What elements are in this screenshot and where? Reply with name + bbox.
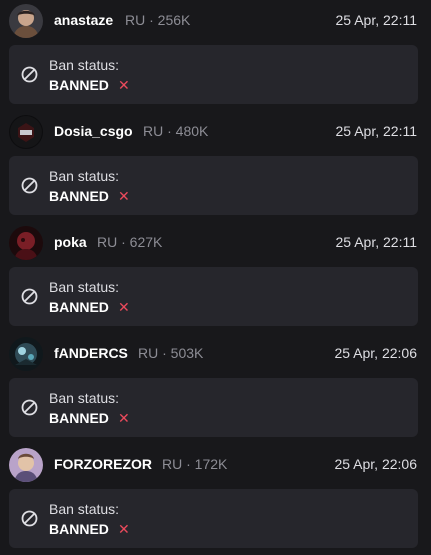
username[interactable]: Dosia_csgo	[54, 123, 133, 139]
avatar-image	[9, 337, 43, 371]
entry-header: FORZOREZOR RU · 172K 25 Apr, 22:06	[0, 444, 431, 486]
ban-icon	[21, 510, 38, 527]
ban-entry: Dosia_csgo RU · 480K 25 Apr, 22:11 Ban s…	[0, 111, 431, 222]
x-mark-icon: ✕	[118, 77, 130, 93]
ban-status-card: Ban status: BANNED ✕	[9, 45, 418, 104]
x-mark-icon: ✕	[118, 299, 130, 315]
ban-entry: FORZOREZOR RU · 172K 25 Apr, 22:06 Ban s…	[0, 444, 431, 555]
region-followers: RU · 480K	[143, 123, 209, 139]
avatar-image	[9, 226, 43, 260]
ban-status-value: BANNED	[49, 77, 109, 93]
avatar[interactable]	[9, 115, 43, 149]
x-mark-icon: ✕	[118, 521, 130, 537]
ban-entry: fANDERCS RU · 503K 25 Apr, 22:06 Ban sta…	[0, 333, 431, 444]
avatar[interactable]	[9, 337, 43, 371]
region-followers: RU · 627K	[97, 234, 163, 250]
username[interactable]: poka	[54, 234, 87, 250]
x-mark-icon: ✕	[118, 188, 130, 204]
region-followers: RU · 503K	[138, 345, 204, 361]
entry-header: poka RU · 627K 25 Apr, 22:11	[0, 222, 431, 264]
ban-status-label: Ban status:	[49, 57, 120, 73]
ban-status-value: BANNED	[49, 188, 109, 204]
ban-status-label: Ban status:	[49, 390, 120, 406]
ban-icon	[21, 399, 38, 416]
ban-status-value: BANNED	[49, 299, 109, 315]
ban-icon	[21, 288, 38, 305]
ban-icon	[21, 177, 38, 194]
x-mark-icon: ✕	[118, 410, 130, 426]
entry-header: fANDERCS RU · 503K 25 Apr, 22:06	[0, 333, 431, 375]
entry-header: Dosia_csgo RU · 480K 25 Apr, 22:11	[0, 111, 431, 153]
ban-status-value: BANNED	[49, 521, 109, 537]
timestamp: 25 Apr, 22:11	[335, 123, 417, 139]
username[interactable]: anastaze	[54, 12, 113, 28]
avatar-image	[9, 448, 43, 482]
entry-header: anastaze RU · 256K 25 Apr, 22:11	[0, 0, 431, 42]
region-followers: RU · 256K	[125, 12, 191, 28]
username[interactable]: fANDERCS	[54, 345, 128, 361]
ban-status-card: Ban status: BANNED ✕	[9, 156, 418, 215]
ban-status-label: Ban status:	[49, 168, 120, 184]
username[interactable]: FORZOREZOR	[54, 456, 152, 472]
ban-icon	[21, 66, 38, 83]
avatar[interactable]	[9, 226, 43, 260]
timestamp: 25 Apr, 22:06	[334, 456, 417, 472]
ban-status-card: Ban status: BANNED ✕	[9, 378, 418, 437]
timestamp: 25 Apr, 22:06	[334, 345, 417, 361]
region-followers: RU · 172K	[162, 456, 228, 472]
avatar-image	[9, 115, 43, 149]
timestamp: 25 Apr, 22:11	[335, 234, 417, 250]
ban-entry: anastaze RU · 256K 25 Apr, 22:11 Ban sta…	[0, 0, 431, 111]
ban-status-label: Ban status:	[49, 501, 120, 517]
avatar[interactable]	[9, 4, 43, 38]
avatar-image	[9, 4, 43, 38]
avatar[interactable]	[9, 448, 43, 482]
ban-entry: poka RU · 627K 25 Apr, 22:11 Ban status:…	[0, 222, 431, 333]
ban-status-card: Ban status: BANNED ✕	[9, 489, 418, 548]
ban-status-label: Ban status:	[49, 279, 120, 295]
ban-status-value: BANNED	[49, 410, 109, 426]
ban-status-card: Ban status: BANNED ✕	[9, 267, 418, 326]
timestamp: 25 Apr, 22:11	[335, 12, 417, 28]
